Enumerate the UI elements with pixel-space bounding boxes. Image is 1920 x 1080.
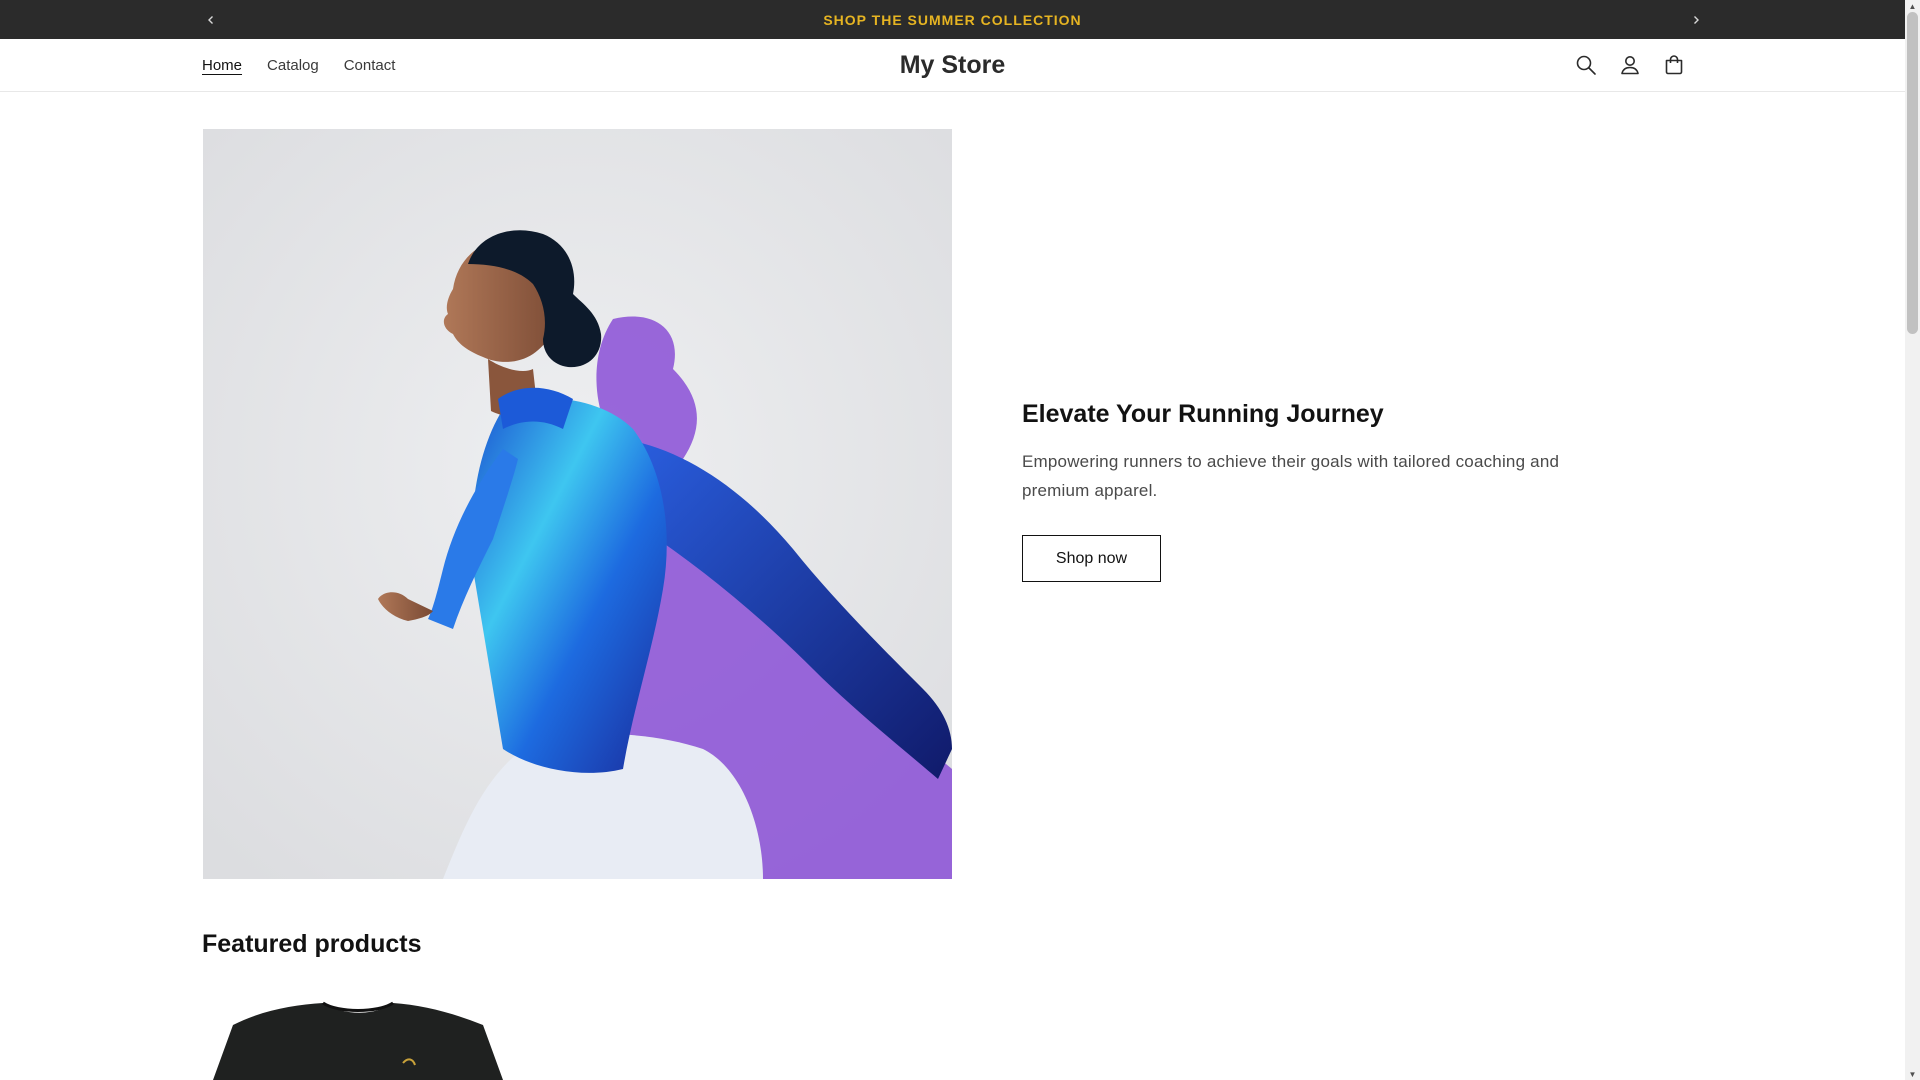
cart-button[interactable] — [1660, 51, 1688, 79]
hero-title: Elevate Your Running Journey — [1022, 400, 1384, 428]
announcement-bar: SHOP THE SUMMER COLLECTION — [0, 0, 1905, 39]
shop-now-button[interactable]: Shop now — [1022, 535, 1161, 582]
nav-catalog[interactable]: Catalog — [267, 57, 319, 74]
runner-illustration — [203, 129, 952, 879]
announcement-next-button[interactable] — [1676, 0, 1715, 39]
site-header: Home Catalog Contact My Store — [0, 39, 1905, 92]
chevron-right-icon — [1693, 15, 1699, 24]
nav-home[interactable]: Home — [202, 57, 242, 74]
announcement-prev-button[interactable] — [191, 0, 230, 39]
featured-products-title: Featured products — [202, 930, 422, 958]
hero-content: Elevate Your Running Journey Empowering … — [1022, 400, 1622, 582]
header-icons — [1572, 39, 1688, 91]
account-icon — [1621, 56, 1639, 75]
hero-image — [203, 129, 952, 879]
scroll-up-icon[interactable]: ▲ — [1905, 0, 1920, 12]
scroll-down-icon[interactable]: ▼ — [1905, 1068, 1920, 1080]
product-card-image[interactable] — [203, 985, 563, 1080]
announcement-text[interactable]: SHOP THE SUMMER COLLECTION — [823, 12, 1081, 28]
nav-contact[interactable]: Contact — [344, 57, 396, 74]
cart-icon — [1665, 55, 1683, 75]
tshirt-image — [213, 1001, 503, 1080]
scrollbar-thumb[interactable] — [1907, 12, 1918, 334]
chevron-left-icon — [207, 15, 213, 24]
search-icon — [1576, 55, 1596, 75]
account-button[interactable] — [1616, 51, 1644, 79]
main-nav: Home Catalog Contact — [202, 39, 420, 91]
search-button[interactable] — [1572, 51, 1600, 79]
hero-description: Empowering runners to achieve their goal… — [1022, 452, 1560, 500]
page-scrollbar[interactable]: ▲ ▼ — [1905, 0, 1920, 1080]
